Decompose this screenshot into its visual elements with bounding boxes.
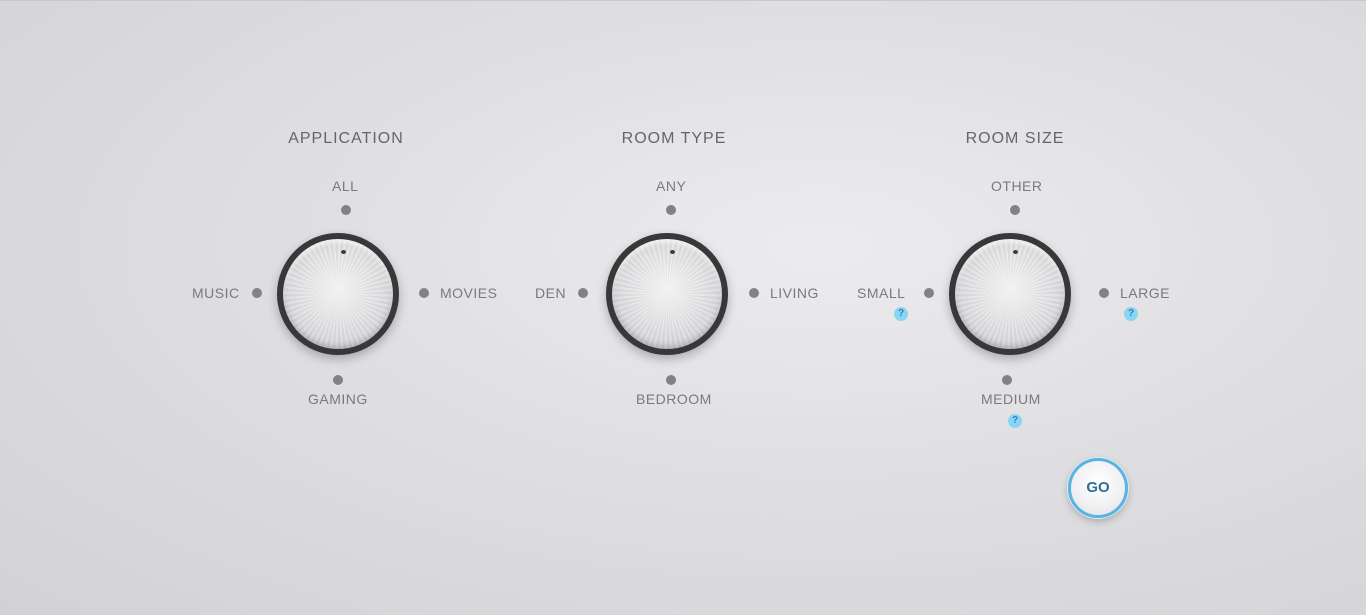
option-label-medium[interactable]: MEDIUM [981, 391, 1041, 407]
knob-indicator [341, 250, 346, 254]
option-label-large[interactable]: LARGE [1120, 285, 1170, 301]
knob-face [955, 239, 1065, 349]
option-label-living[interactable]: LIVING [770, 285, 819, 301]
option-label-other[interactable]: OTHER [991, 178, 1043, 194]
option-dot-music[interactable] [252, 288, 262, 298]
option-label-all[interactable]: ALL [332, 178, 358, 194]
option-label-gaming[interactable]: GAMING [308, 391, 368, 407]
option-label-bedroom[interactable]: BEDROOM [636, 391, 712, 407]
selector-title-room-type: ROOM TYPE [621, 130, 727, 147]
help-icon-medium[interactable]: ? [1008, 414, 1022, 428]
go-button[interactable]: GO [1068, 458, 1128, 518]
help-icon-small[interactable]: ? [894, 307, 908, 321]
knob-face [283, 239, 393, 349]
option-label-small[interactable]: SMALL [857, 285, 905, 301]
room-type-knob[interactable] [606, 233, 728, 355]
knob-indicator [670, 250, 675, 254]
option-dot-small[interactable] [924, 288, 934, 298]
option-dot-living[interactable] [749, 288, 759, 298]
application-knob[interactable] [277, 233, 399, 355]
knob-face [612, 239, 722, 349]
option-label-den[interactable]: DEN [535, 285, 566, 301]
option-dot-movies[interactable] [419, 288, 429, 298]
option-dot-other[interactable] [1010, 205, 1020, 215]
selector-title-room-size: ROOM SIZE [965, 130, 1065, 147]
option-dot-large[interactable] [1099, 288, 1109, 298]
help-icon-large[interactable]: ? [1124, 307, 1138, 321]
option-dot-gaming[interactable] [333, 375, 343, 385]
option-dot-all[interactable] [341, 205, 351, 215]
room-size-knob[interactable] [949, 233, 1071, 355]
room-size-selector: ROOM SIZE OTHER SMALL ? LARGE ? MEDIUM ? [815, 0, 1215, 615]
option-dot-bedroom[interactable] [666, 375, 676, 385]
option-dot-any[interactable] [666, 205, 676, 215]
option-label-any[interactable]: ANY [656, 178, 686, 194]
knob-indicator [1013, 250, 1018, 254]
option-dot-medium[interactable] [1002, 375, 1012, 385]
option-dot-den[interactable] [578, 288, 588, 298]
option-label-music[interactable]: MUSIC [192, 285, 240, 301]
